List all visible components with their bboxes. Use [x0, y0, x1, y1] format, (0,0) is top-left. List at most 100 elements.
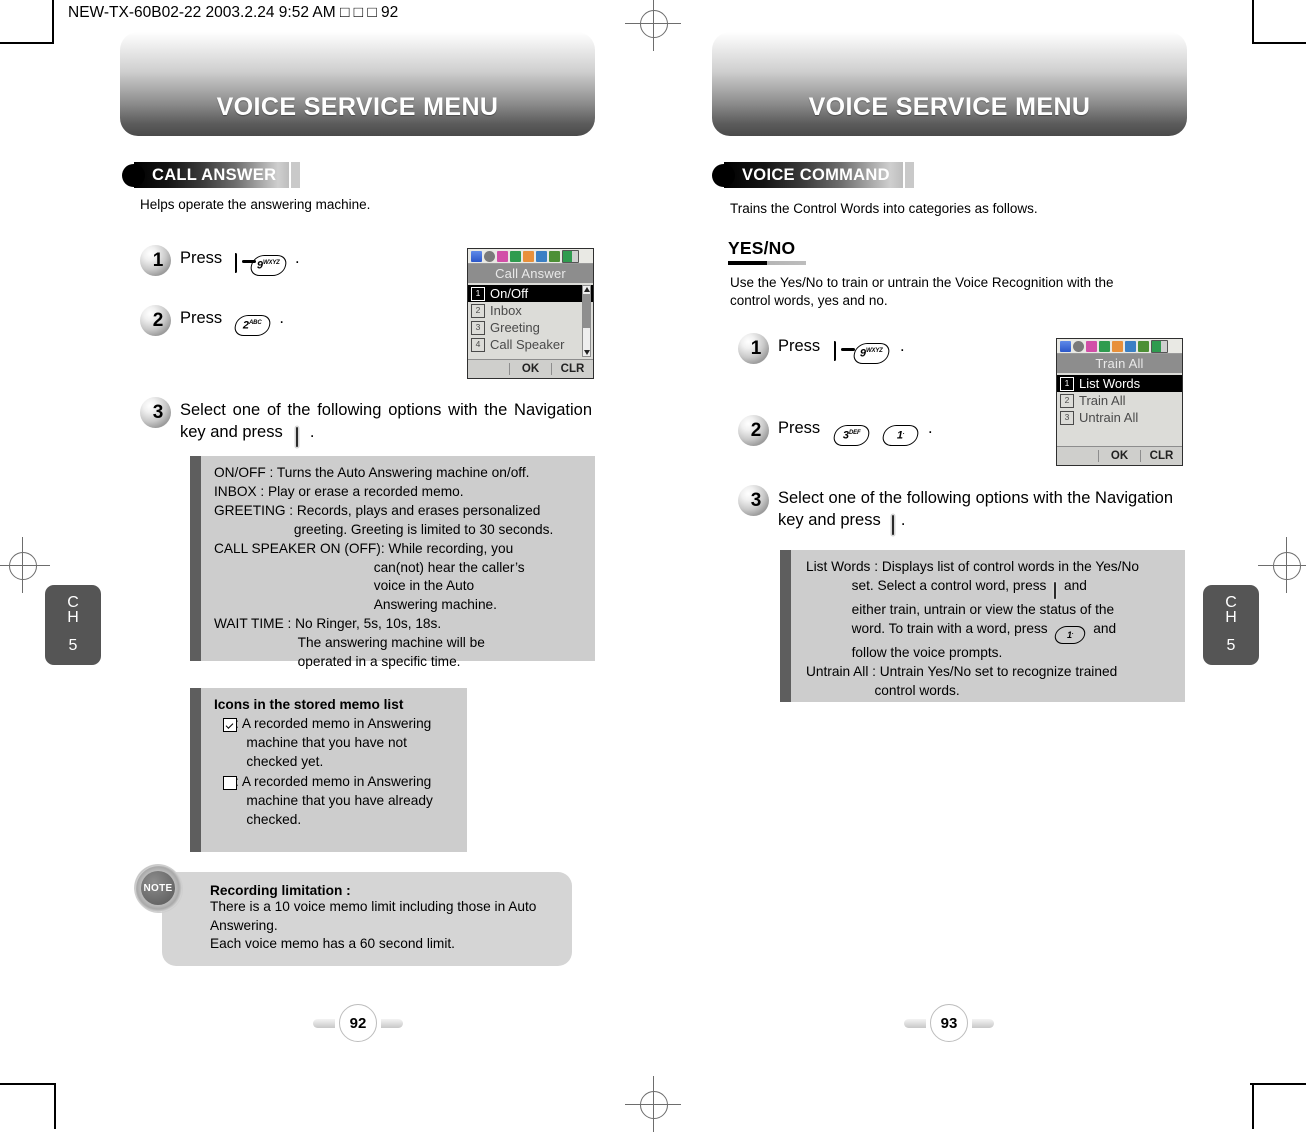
left-phone-status-bar [468, 249, 593, 264]
ok-key-icon [296, 426, 299, 449]
right-subhead-body: Use the Yes/No to train or untrain the V… [730, 275, 1114, 309]
right-step-3-number: 3 [738, 485, 769, 516]
right-page-lede: Trains the Control Words into categories… [730, 201, 1038, 216]
alarm-icon [1086, 340, 1097, 352]
left-phone-menu-item-3[interactable]: 4 Call Speaker [468, 336, 593, 353]
section-tag-call-answer: CALL ANSWER [122, 162, 301, 188]
right-step-2-period: . [927, 419, 933, 437]
crop-line-left-vertical [52, 0, 54, 44]
right-page-banner-title: VOICE SERVICE MENU [808, 93, 1091, 121]
left-note-callout: Recording limitation : There is a 10 voi… [134, 864, 574, 966]
left-note-body: There is a 10 voice memo limit including… [210, 899, 537, 952]
item-label: Train All [1079, 393, 1126, 408]
left-page-lede: Helps operate the answering machine. [140, 197, 371, 212]
signal-bars-icon [471, 250, 482, 262]
registration-mark-top [625, 0, 681, 51]
left-phone-screen: Call Answer 1 On/Off 2 Inbox 3 Greeting … [467, 248, 594, 379]
left-step-2-period: . [279, 309, 284, 327]
right-phone-status-bar [1057, 339, 1182, 354]
left-chapter-tab: C H 5 [45, 585, 101, 665]
section-tag-voice-command: VOICE COMMAND [712, 162, 914, 188]
left-phone-menu-item-0[interactable]: 1 On/Off [468, 285, 593, 302]
left-phone-scrollbar[interactable] [582, 285, 591, 357]
message-icon [1112, 340, 1123, 352]
right-phone-menu-item-0[interactable]: 1 List Words [1057, 375, 1182, 392]
left-phone-menu-item-1[interactable]: 2 Inbox [468, 302, 593, 319]
left-memo-icons-heading: Icons in the stored memo list [214, 697, 404, 712]
battery-icon [562, 249, 579, 263]
voicemail-icon [536, 250, 547, 262]
key-9-wxyz-icon: 9WXYZ [248, 254, 289, 276]
roam-icon [549, 250, 560, 262]
item-index: 3 [471, 320, 485, 335]
registration-mark-bottom [625, 1076, 681, 1132]
item-label: Call Speaker [490, 337, 565, 352]
right-phone-menu-item-1[interactable]: 2 Train All [1057, 392, 1182, 409]
right-options-line-1g: follow the voice prompts. [806, 644, 1003, 660]
left-step-3-text: Select one of the following options with… [180, 397, 592, 449]
crop-line-top-left [0, 42, 52, 44]
left-phone-menu-item-2[interactable]: 3 Greeting [468, 319, 593, 336]
section-tag-voice-command-label: VOICE COMMAND [742, 165, 890, 184]
bullet-dot-icon [712, 163, 735, 187]
left-memo-icons-item-2: : A recorded memo in Answering machine t… [235, 773, 433, 827]
bullet-dot-icon [122, 163, 145, 187]
scroll-up-arrow-icon[interactable] [583, 287, 590, 292]
item-label: Inbox [490, 303, 522, 318]
crop-line-bottom-right [1252, 1084, 1254, 1129]
key-2-abc-icon: 2ABC [232, 314, 273, 336]
right-options-line-1d: either train, untrain or view the status… [806, 601, 1115, 617]
right-phone-menu-list: 1 List Words 2 Train All 3 Untrain All [1057, 373, 1182, 446]
right-options-list-words-label: List Words : [806, 559, 882, 574]
right-page-banner: VOICE SERVICE MENU [712, 32, 1187, 136]
page-number-wing-left [904, 1019, 926, 1028]
send-key-icon [833, 341, 836, 363]
left-chapter-tab-number: 5 [68, 637, 78, 655]
left-step-1-period: . [294, 249, 300, 267]
registration-mark-left [0, 537, 50, 593]
right-chapter-tab-ch: C H [1225, 593, 1237, 626]
message-icon [523, 250, 534, 262]
softkey-clr[interactable]: CLR [1140, 450, 1182, 462]
scroll-thumb[interactable] [583, 294, 590, 328]
right-subhead-yesno: YES/NO [728, 238, 806, 265]
crop-line-top-right [1254, 42, 1306, 44]
note-badge-icon: NOTE [134, 864, 183, 913]
crop-line-bottom-left [54, 1084, 56, 1129]
right-step-2-text: Press 3DEF 1. . [778, 415, 933, 446]
left-page-banner-title: VOICE SERVICE MENU [216, 93, 499, 121]
left-note-heading: Recording limitation : [210, 883, 351, 898]
key-1-icon: 1. [880, 424, 921, 446]
right-phone-menu-item-2[interactable]: 3 Untrain All [1057, 409, 1182, 426]
item-index: 1 [1060, 376, 1074, 391]
right-subhead-yesno-label: YES/NO [728, 238, 796, 258]
key-1-icon: 1. [1053, 625, 1088, 644]
key-9-wxyz-icon: 9WXYZ [851, 342, 892, 364]
left-options-box-text: ON/OFF : Turns the Auto Answering machin… [214, 465, 554, 670]
key-3-def-icon: 3DEF [831, 424, 872, 446]
right-phone-screen: Train All 1 List Words 2 Train All 3 Unt… [1056, 338, 1183, 466]
right-step-2-number: 2 [738, 415, 769, 446]
right-options-line-1c: and [1064, 577, 1087, 593]
right-subhead-rule [728, 261, 806, 265]
softkey-clr[interactable]: CLR [551, 363, 593, 375]
scroll-down-arrow-icon[interactable] [583, 350, 590, 355]
right-step-3: 3 Select one of the following options wi… [738, 485, 1178, 537]
left-page-number: 92 [311, 1003, 405, 1043]
right-page-number: 93 [902, 1003, 996, 1043]
item-label: Greeting [490, 320, 540, 335]
softkey-ok[interactable]: OK [1098, 450, 1140, 462]
right-step-1-number: 1 [738, 333, 769, 364]
right-chapter-tab: C H 5 [1203, 585, 1259, 665]
alarm-icon [497, 250, 508, 262]
left-step-2: 2 Press 2ABC . [140, 305, 480, 336]
right-options-box: List Words : Displays list of control wo… [780, 550, 1185, 702]
headset-icon [484, 250, 495, 262]
checked-checkbox-icon [223, 718, 237, 732]
ok-key-icon [1054, 581, 1057, 601]
right-step-1-text: Press 9WXYZ . [778, 333, 905, 364]
softkey-ok[interactable]: OK [509, 363, 551, 375]
left-step-1-text: Press 9WXYZ . [180, 245, 300, 276]
left-memo-icons-box-accent-bar [190, 688, 201, 852]
left-step-1-number: 1 [140, 245, 171, 276]
